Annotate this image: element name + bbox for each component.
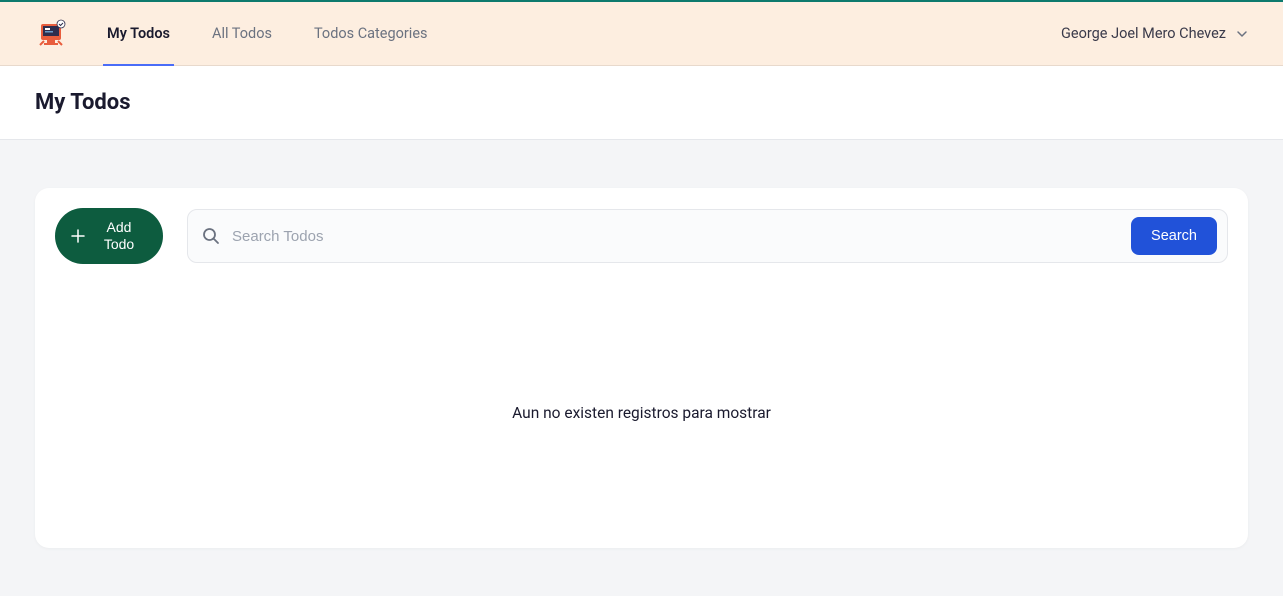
search-wrapper: Search — [187, 209, 1228, 263]
page-title: My Todos — [35, 90, 1248, 115]
app-logo[interactable] — [35, 18, 67, 50]
user-name: George Joel Mero Chevez — [1061, 25, 1226, 42]
nav-tab-todos-categories[interactable]: Todos Categories — [314, 2, 428, 65]
nav-tab-my-todos[interactable]: My Todos — [107, 2, 170, 65]
plus-icon — [71, 228, 85, 244]
empty-state-message: Aun no existen registros para mostrar — [55, 404, 1228, 422]
page-header: My Todos — [0, 66, 1283, 140]
search-button[interactable]: Search — [1131, 217, 1217, 255]
search-input[interactable] — [232, 228, 1131, 245]
nav-tab-label: Todos Categories — [314, 25, 428, 42]
chevron-down-icon — [1236, 28, 1248, 40]
content-area: Add Todo Search Aun no existen registros… — [0, 140, 1283, 596]
nav-tabs: My Todos All Todos Todos Categories — [107, 2, 1061, 65]
card-toolbar: Add Todo Search — [55, 208, 1228, 264]
nav-tab-label: My Todos — [107, 25, 170, 42]
add-button-label: Add Todo — [97, 219, 141, 254]
navbar: My Todos All Todos Todos Categories Geor… — [0, 2, 1283, 66]
search-icon — [202, 227, 220, 245]
todos-card: Add Todo Search Aun no existen registros… — [35, 188, 1248, 548]
add-todo-button[interactable]: Add Todo — [55, 208, 163, 264]
nav-tab-all-todos[interactable]: All Todos — [212, 2, 272, 65]
user-menu[interactable]: George Joel Mero Chevez — [1061, 25, 1248, 42]
nav-tab-label: All Todos — [212, 25, 272, 42]
